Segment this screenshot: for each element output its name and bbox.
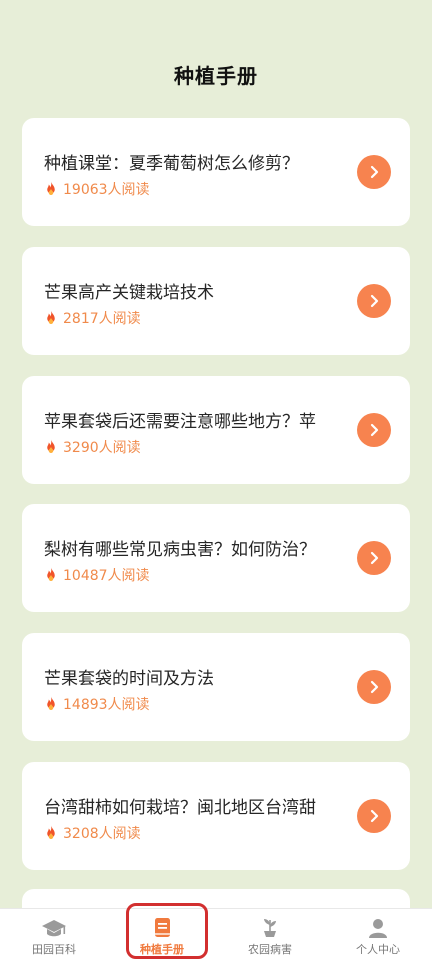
page-title: 种植手册 — [174, 64, 258, 88]
person-icon — [369, 919, 387, 938]
article-card[interactable]: 种植课堂：夏季葡萄树怎么修剪？ 19063人阅读 — [22, 118, 410, 226]
article-title: 种植课堂：夏季葡萄树怎么修剪？ — [44, 154, 299, 174]
open-article-button[interactable] — [357, 413, 391, 447]
chevron-right-icon — [370, 165, 379, 179]
tab-label: 田园百科 — [32, 943, 76, 956]
read-count-text: 10487人阅读 — [63, 568, 150, 584]
read-count-text: 19063人阅读 — [63, 182, 150, 198]
open-article-button[interactable] — [357, 670, 391, 704]
chevron-right-icon — [370, 423, 379, 437]
open-article-button[interactable] — [357, 284, 391, 318]
open-article-button[interactable] — [357, 799, 391, 833]
chevron-right-icon — [370, 551, 379, 565]
chevron-right-icon — [370, 809, 379, 823]
fire-icon — [47, 310, 55, 324]
read-count-text: 14893人阅读 — [63, 697, 150, 713]
article-title: 台湾甜柿如何栽培？闽北地区台湾甜 — [44, 798, 316, 818]
article-card[interactable]: 梨树有哪些常见病虫害？如何防治？ 10487人阅读 — [22, 504, 410, 612]
article-card[interactable]: 苹果套袋后还需要注意哪些地方？苹 3290人阅读 — [22, 376, 410, 484]
article-title: 芒果套袋的时间及方法 — [44, 669, 214, 689]
article-title: 苹果套袋后还需要注意哪些地方？苹 — [44, 412, 316, 432]
plant-icon — [264, 919, 276, 937]
open-article-button[interactable] — [357, 541, 391, 575]
read-count-text: 3208人阅读 — [63, 826, 141, 842]
book-icon — [155, 918, 170, 937]
read-count: 14893人阅读 — [42, 694, 150, 714]
open-article-button[interactable] — [357, 155, 391, 189]
article-card[interactable]: 芒果套袋的时间及方法 14893人阅读 — [22, 633, 410, 741]
read-count: 19063人阅读 — [42, 179, 150, 199]
fire-icon — [47, 696, 55, 710]
fire-icon — [47, 181, 55, 195]
read-count: 3290人阅读 — [42, 437, 141, 457]
chevron-right-icon — [370, 294, 379, 308]
article-title: 芒果高产关键栽培技术 — [44, 283, 214, 303]
fire-icon — [47, 567, 55, 581]
tab-encyclopedia[interactable]: 田园百科 — [0, 909, 108, 965]
tab-label: 农园病害 — [248, 943, 292, 956]
read-count: 3208人阅读 — [42, 823, 141, 843]
tab-label: 种植手册 — [140, 943, 184, 956]
read-count-text: 3290人阅读 — [63, 440, 141, 456]
tab-label: 个人中心 — [356, 943, 400, 956]
article-card[interactable]: 台湾甜柿如何栽培？闽北地区台湾甜 3208人阅读 — [22, 762, 410, 870]
read-count: 10487人阅读 — [42, 565, 150, 585]
read-count: 2817人阅读 — [42, 308, 141, 328]
graduation-cap-icon — [42, 920, 66, 937]
chevron-right-icon — [370, 680, 379, 694]
tab-crop-disease[interactable]: 农园病害 — [216, 909, 324, 965]
read-count-text: 2817人阅读 — [63, 311, 141, 327]
article-card[interactable]: 芒果高产关键栽培技术 2817人阅读 — [22, 247, 410, 355]
tab-planting-manual[interactable]: 种植手册 — [108, 909, 216, 965]
article-title: 梨树有哪些常见病虫害？如何防治？ — [44, 540, 316, 560]
bottom-tab-bar: 田园百科 种植手册 农园病害 个人中心 — [0, 908, 432, 965]
fire-icon — [47, 825, 55, 839]
tab-profile[interactable]: 个人中心 — [324, 909, 432, 965]
fire-icon — [47, 439, 55, 453]
